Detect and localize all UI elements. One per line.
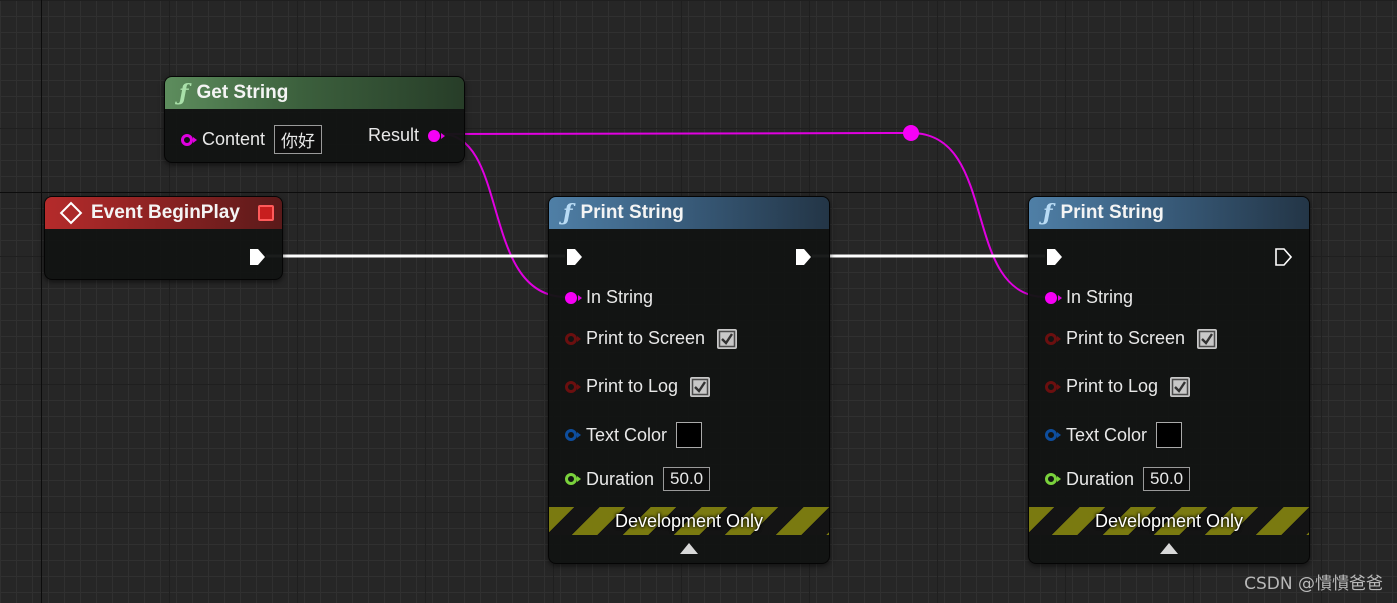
exec-out-pin[interactable] — [248, 248, 266, 266]
content-pin-row: Content 你好 — [181, 125, 323, 154]
node-title: Print String — [580, 202, 684, 223]
text-color-swatch[interactable] — [1156, 422, 1183, 448]
print-to-screen-label: Print to Screen — [1066, 328, 1186, 348]
node-title: Get String — [196, 82, 289, 103]
event-beginplay-node[interactable]: Event BeginPlay — [44, 196, 283, 280]
function-icon: ƒ — [1043, 200, 1053, 226]
in-string-row: In String — [565, 287, 653, 308]
development-only-label: Development Only — [614, 510, 764, 531]
print-to-screen-checkbox[interactable] — [717, 328, 738, 349]
print-to-screen-row: Print to Screen — [565, 328, 738, 349]
check-icon — [691, 378, 709, 395]
check-icon — [718, 330, 736, 347]
text-color-swatch[interactable] — [676, 422, 703, 448]
print-string-header[interactable]: ƒ Print String — [1029, 197, 1309, 229]
in-string-pin[interactable] — [565, 291, 582, 304]
development-only-banner: Development Only — [1029, 507, 1309, 535]
print-string-header[interactable]: ƒ Print String — [549, 197, 829, 229]
event-beginplay-header[interactable]: Event BeginPlay — [45, 197, 282, 229]
text-color-row: Text Color — [565, 422, 703, 448]
print-string-node-2[interactable]: ƒ Print String In String Print to Screen… — [1028, 196, 1310, 564]
result-pin-row: Result — [368, 125, 446, 146]
text-color-label: Text Color — [586, 424, 668, 445]
print-to-screen-label: Print to Screen — [586, 328, 706, 348]
print-to-screen-checkbox[interactable] — [1197, 328, 1218, 349]
duration-label: Duration — [1066, 468, 1135, 489]
content-label: Content — [202, 129, 266, 149]
content-input[interactable]: 你好 — [274, 125, 323, 154]
duration-pin[interactable] — [1045, 473, 1061, 485]
content-pin[interactable] — [181, 133, 197, 146]
print-to-log-row: Print to Log — [1045, 376, 1191, 397]
print-to-screen-pin[interactable] — [1045, 332, 1061, 345]
text-color-label: Text Color — [1066, 424, 1148, 445]
text-color-pin[interactable] — [565, 429, 581, 441]
text-color-pin[interactable] — [1045, 429, 1061, 441]
in-string-pin[interactable] — [1045, 291, 1062, 304]
wire-reroute-to-instring-2[interactable] — [910, 132, 1047, 298]
result-pin[interactable] — [428, 129, 446, 142]
expand-arrow-icon[interactable] — [680, 543, 698, 554]
function-icon: ƒ — [179, 80, 189, 106]
text-color-row: Text Color — [1045, 422, 1183, 448]
duration-pin[interactable] — [565, 473, 581, 485]
result-label: Result — [368, 125, 420, 145]
print-to-screen-row: Print to Screen — [1045, 328, 1218, 349]
print-to-log-row: Print to Log — [565, 376, 711, 397]
get-string-node[interactable]: ƒ Get String Content 你好 Result — [164, 76, 465, 163]
exec-in-pin[interactable] — [565, 248, 583, 266]
get-string-header[interactable]: ƒ Get String — [165, 77, 464, 109]
node-title: Print String — [1060, 202, 1164, 223]
duration-row: Duration 50.0 — [565, 467, 711, 491]
duration-label: Duration — [586, 468, 655, 489]
print-string-node-1[interactable]: ƒ Print String In String Print to Screen… — [548, 196, 830, 564]
in-string-label: In String — [1066, 287, 1134, 307]
print-to-log-label: Print to Log — [586, 376, 679, 396]
event-icon — [59, 201, 83, 225]
expand-arrow-icon[interactable] — [1160, 543, 1178, 554]
development-only-label: Development Only — [1094, 510, 1244, 531]
duration-input[interactable]: 50.0 — [1143, 467, 1191, 491]
print-to-log-pin[interactable] — [1045, 380, 1061, 393]
in-string-row: In String — [1045, 287, 1133, 308]
print-to-log-pin[interactable] — [565, 380, 581, 393]
in-string-label: In String — [586, 287, 654, 307]
stop-icon — [258, 205, 274, 221]
duration-row: Duration 50.0 — [1045, 467, 1191, 491]
print-to-log-checkbox[interactable] — [1170, 376, 1191, 397]
duration-input[interactable]: 50.0 — [663, 467, 711, 491]
node-title: Event BeginPlay — [91, 202, 240, 223]
exec-out-pin-unconnected[interactable] — [1274, 248, 1292, 266]
print-to-screen-pin[interactable] — [565, 332, 581, 345]
exec-out-pin[interactable] — [794, 248, 812, 266]
print-to-log-checkbox[interactable] — [690, 376, 711, 397]
watermark: CSDN @憒憒爸爸 — [1244, 574, 1383, 594]
wire-result-to-reroute[interactable] — [440, 132, 912, 135]
exec-in-pin[interactable] — [1045, 248, 1063, 266]
reroute-node[interactable] — [903, 125, 919, 141]
check-icon — [1171, 378, 1189, 395]
check-icon — [1198, 330, 1216, 347]
development-only-banner: Development Only — [549, 507, 829, 535]
function-icon: ƒ — [563, 200, 573, 226]
print-to-log-label: Print to Log — [1066, 376, 1159, 396]
